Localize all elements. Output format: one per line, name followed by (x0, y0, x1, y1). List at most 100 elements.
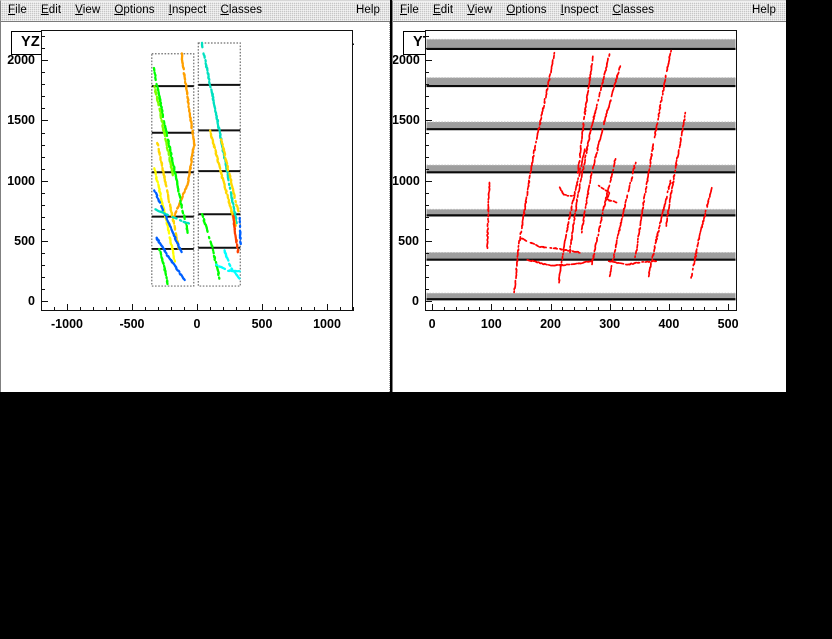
y-tick-label: 0 (28, 294, 35, 309)
x-minor-tick (275, 307, 276, 311)
x-minor-tick (479, 307, 481, 311)
x-minor-tick (503, 307, 505, 311)
menu-label: lasses (620, 4, 655, 16)
x-tick-label: 400 (658, 317, 680, 331)
menu-view-left[interactable]: View (68, 2, 107, 20)
menu-view-right[interactable]: View (460, 2, 499, 20)
y-minor-tick (41, 289, 45, 291)
track (215, 263, 241, 273)
menu-classes-right[interactable]: Classes (605, 2, 661, 20)
menu-file-left[interactable]: File (1, 2, 34, 20)
y-major-tick (425, 241, 432, 243)
x-major-tick (609, 304, 611, 311)
menu-label: ptions (123, 4, 155, 16)
track (486, 181, 491, 250)
x-tick-label: 0 (193, 317, 201, 331)
yt-plot-frame[interactable] (425, 30, 737, 311)
x-minor-tick (645, 307, 647, 311)
menubar-left[interactable]: File Edit View Options Inspect Classes H… (1, 1, 390, 22)
x-tick-label: -500 (119, 317, 145, 331)
y-tick-label: 1500 (393, 113, 420, 128)
y-major-tick (425, 60, 432, 62)
x-minor-tick (514, 307, 516, 311)
track (200, 212, 221, 280)
absorber-band (426, 77, 736, 87)
y-minor-tick (425, 48, 429, 50)
x-major-tick (132, 304, 133, 311)
y-minor-tick (425, 216, 429, 218)
menu-label: ile (407, 4, 419, 16)
menu-classes-left[interactable]: Classes (213, 2, 269, 20)
track (223, 249, 241, 280)
yz-canvas[interactable]: YZ Projection Run:8433 Event:81 -1000-50… (1, 22, 390, 392)
menu-mnemonic: O (506, 4, 516, 16)
x-minor-tick (314, 307, 315, 311)
y-minor-tick (425, 277, 429, 279)
x-tick-label: 200 (540, 317, 561, 331)
y-minor-tick (425, 144, 429, 146)
x-minor-tick (680, 307, 682, 311)
x-minor-tick (184, 307, 185, 311)
y-tick-label: 2000 (7, 53, 35, 68)
y-minor-tick (41, 96, 45, 98)
x-minor-tick (145, 307, 146, 311)
menu-options-left[interactable]: Options (107, 2, 161, 20)
yt-canvas[interactable]: YT Projection Run:8433 Event:99 01002003… (393, 22, 786, 392)
menu-help-right[interactable]: Help (745, 2, 786, 20)
y-minor-tick (425, 108, 429, 110)
y-tick-label: 1500 (7, 113, 35, 128)
x-minor-tick (597, 307, 599, 311)
y-minor-tick (41, 192, 45, 194)
x-minor-tick (54, 307, 55, 311)
y-minor-tick (425, 156, 429, 158)
y-minor-tick (425, 168, 429, 170)
menu-label: ile (15, 4, 27, 16)
x-minor-tick (633, 307, 635, 311)
x-tick-label: -1000 (51, 317, 83, 331)
menu-help-left[interactable]: Help (349, 2, 390, 20)
track (153, 85, 175, 177)
menu-label: iew (474, 4, 493, 16)
yz-plot-frame[interactable] (41, 30, 353, 311)
track (180, 52, 196, 147)
y-minor-tick (425, 72, 429, 74)
x-tick-label: 300 (599, 317, 621, 331)
menu-label: ptions (515, 4, 547, 16)
x-major-tick (67, 304, 68, 311)
menu-inspect-left[interactable]: Inspect (162, 2, 214, 20)
menubar-right[interactable]: File Edit View Options Inspect Classes H… (393, 1, 786, 22)
yz-projection-window: File Edit View Options Inspect Classes H… (0, 0, 390, 392)
x-minor-tick (288, 307, 289, 311)
menu-edit-left[interactable]: Edit (34, 2, 68, 20)
y-tick-label: 500 (398, 234, 419, 249)
y-minor-tick (41, 144, 45, 146)
x-tick-label: 500 (251, 317, 273, 331)
x-minor-tick (80, 307, 81, 311)
y-minor-tick (425, 192, 429, 194)
menu-inspect-right[interactable]: Inspect (554, 2, 606, 20)
x-major-tick (262, 304, 263, 311)
track (558, 186, 576, 197)
menu-mnemonic: C (220, 4, 229, 16)
y-minor-tick (425, 36, 429, 38)
x-minor-tick (301, 307, 302, 311)
y-tick-label: 500 (14, 234, 35, 249)
x-minor-tick (106, 307, 107, 311)
menu-options-right[interactable]: Options (499, 2, 553, 20)
track (152, 66, 178, 181)
y-minor-tick (41, 168, 45, 170)
menu-mnemonic: E (432, 4, 441, 16)
x-minor-tick (158, 307, 159, 311)
x-minor-tick (249, 307, 250, 311)
y-minor-tick (41, 36, 45, 38)
x-minor-tick (210, 307, 211, 311)
menu-mnemonic: V (467, 4, 475, 16)
yt-plot-svg (426, 38, 736, 301)
x-minor-tick (657, 307, 659, 311)
y-major-tick (425, 180, 432, 182)
y-minor-tick (425, 132, 429, 134)
x-major-tick (668, 304, 670, 311)
menu-file-right[interactable]: File (393, 2, 426, 20)
menu-edit-right[interactable]: Edit (426, 2, 460, 20)
menu-label: iew (82, 4, 101, 16)
